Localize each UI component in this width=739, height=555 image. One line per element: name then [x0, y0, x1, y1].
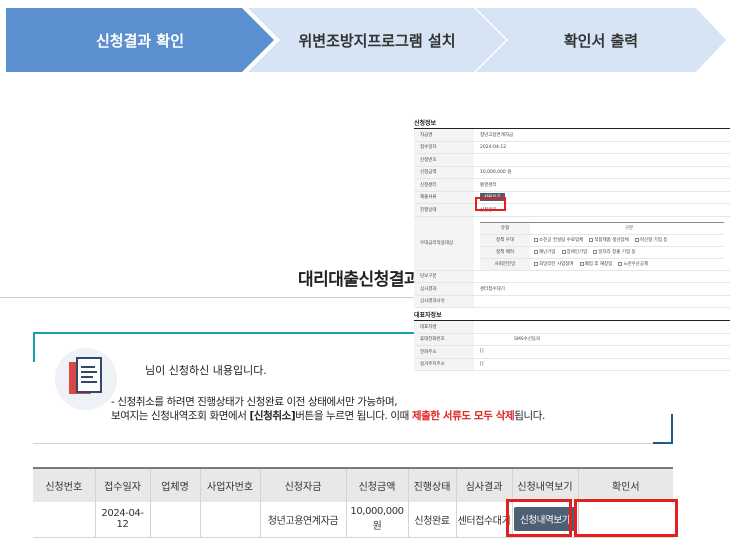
checkbox[interactable]: [634, 237, 639, 242]
title-divider: [0, 297, 420, 298]
table-header-row: 신청번호 접수일자 업체명 사업자번호 신청자금 신청금액 진행상태 심사결과 …: [33, 467, 673, 502]
col-biz-no: 사업자번호: [199, 467, 260, 502]
page-title: 대리대출신청결과: [298, 270, 420, 290]
step-install-program: 위변조방지프로그램 설치: [248, 8, 506, 72]
col-company: 업체명: [149, 467, 200, 502]
notice-line-2: 보여지는 신청내역조회 화면에서 [신청취소]버튼을 누르면 됩니다. 이때 제…: [111, 410, 545, 422]
detail-row: 진행상태 신청완료: [414, 204, 730, 217]
checkbox[interactable]: [618, 261, 623, 266]
col-status: 진행상태: [407, 467, 456, 502]
application-detail-panel: 신청정보 자금명 청년고용연계자금 접수일자 2024-04-12 신청번호 신청금…: [414, 120, 730, 395]
col-review: 심사결과: [455, 467, 512, 502]
highlight-confirm-cell: [574, 499, 678, 537]
highlight-documents-button: [475, 197, 506, 211]
detail-row: 심사결과사유: [414, 295, 730, 308]
notice-user-text: 님이 신청하신 내용입니다.: [145, 364, 267, 377]
checkbox[interactable]: [579, 261, 584, 266]
checkbox[interactable]: [561, 249, 566, 254]
document-icon: [55, 348, 117, 410]
detail-section-title: 신청정보: [414, 120, 437, 127]
highlight-view-button: [506, 499, 572, 537]
checkbox[interactable]: [534, 249, 538, 254]
priority-subtable: 유형 구분 정책 우대 소진공 컨설팅 수료업체 적합제품 생산업체 혁신형 기업 등 …: [480, 221, 724, 271]
col-view: 신청내역보기: [511, 467, 578, 502]
detail-row: 제출서류 서류보기: [414, 191, 730, 204]
checkbox[interactable]: [534, 261, 538, 266]
detail-row: 신청금액 10,000,000 원: [414, 166, 730, 179]
step-print-certificate: 확인서 출력: [476, 8, 726, 72]
detail-row: 자금명 청년고용연계자금: [414, 129, 730, 142]
col-date: 접수일자: [94, 467, 150, 502]
detail-row: 담보구분: [414, 270, 730, 283]
representative-section-title: 대표자정보: [414, 312, 442, 319]
detail-row: 전화주소[]: [414, 346, 730, 359]
checkbox[interactable]: [593, 249, 598, 254]
detail-row: 대표자명: [414, 321, 730, 334]
step-result-check: 신청결과 확인: [6, 8, 274, 72]
detail-row: 실거주지주소[]: [414, 358, 730, 371]
col-app-no: 신청번호: [33, 467, 95, 502]
checkbox[interactable]: [534, 237, 538, 242]
detail-row: 접수일자 2024-04-12: [414, 141, 730, 154]
detail-row-priority: 우대금리적용대상 유형 구분 정책 우대 소진공 컨설팅 수료업체 적합제품 생산업체…: [414, 216, 730, 271]
detail-row: 휴대전화번호 SMS수신동의: [414, 333, 730, 346]
checkbox[interactable]: [589, 237, 594, 242]
notice-line-1: - 신청취소를 하려면 진행상태가 신청완료 이전 상태에서만 가능하며,: [111, 396, 398, 408]
col-fund: 신청자금: [259, 467, 346, 502]
col-confirm: 확인서: [577, 467, 673, 502]
detail-row: 심사결과 센터접수대기: [414, 283, 730, 296]
col-amount: 신청금액: [345, 467, 408, 502]
progress-steps: 신청결과 확인 위변조방지프로그램 설치 확인서 출력: [6, 8, 726, 72]
detail-row: 신청번호: [414, 154, 730, 167]
detail-row: 신청센터 통영센터: [414, 179, 730, 192]
